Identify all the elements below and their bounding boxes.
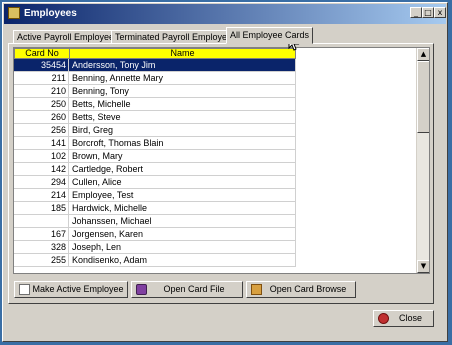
window-title: Employees [24,8,77,19]
cell-name: Kondisenko, Adam [70,254,296,266]
vertical-scrollbar[interactable]: ▲ ▼ [416,48,429,273]
cell-card-no: 211 [14,72,69,84]
cell-card-no: 35454 [14,59,69,71]
cell-card-no: 256 [14,124,69,136]
table-row[interactable]: 185 Hardwick, Michelle [14,202,296,215]
scroll-up-button[interactable]: ▲ [417,48,429,61]
cell-card-no: 102 [14,150,69,162]
table-row[interactable]: 255 Kondisenko, Adam [14,254,296,267]
cell-name: Cartledge, Robert [70,163,296,175]
open-card-browse-button[interactable]: Open Card Browse [246,281,356,298]
column-header-name[interactable]: Name [69,48,296,59]
cell-name: Hardwick, Michelle [70,202,296,214]
cell-name: Andersson, Tony Jim [70,59,296,71]
cell-card-no: 185 [14,202,69,214]
cell-name: Bird, Greg [70,124,296,136]
table-row[interactable]: 35454 Andersson, Tony Jim [14,59,296,72]
table-row[interactable]: 250 Betts, Michelle [14,98,296,111]
tab-active-payroll-employees[interactable]: Active Payroll Employees [13,30,123,44]
table-row[interactable]: 142 Cartledge, Robert [14,163,296,176]
cell-name: Employee, Test [70,189,296,201]
open-card-file-button[interactable]: Open Card File [131,281,243,298]
cell-name: Brown, Mary [70,150,296,162]
table-row[interactable]: 102 Brown, Mary [14,150,296,163]
table-row[interactable]: 260 Betts, Steve [14,111,296,124]
maximize-button[interactable]: □ [422,7,434,18]
table-row[interactable]: 294 Cullen, Alice [14,176,296,189]
window-close-button[interactable]: x [434,7,446,18]
cell-name: Joseph, Len [70,241,296,253]
cell-card-no: 294 [14,176,69,188]
table-row[interactable]: 141 Borcroft, Thomas Blain [14,137,296,150]
cell-name: Borcroft, Thomas Blain [70,137,296,149]
scroll-thumb[interactable] [417,61,429,133]
cell-card-no: 141 [14,137,69,149]
table-row[interactable]: 211 Benning, Annette Mary [14,72,296,85]
cell-name: Betts, Michelle [70,98,296,110]
cell-card-no: 142 [14,163,69,175]
cell-name: Betts, Steve [70,111,296,123]
close-button[interactable]: Close [373,310,434,327]
cell-name: Cullen, Alice [70,176,296,188]
make-active-employee-button[interactable]: Make Active Employee [14,281,128,298]
cell-name: Benning, Tony [70,85,296,97]
cell-card-no: 210 [14,85,69,97]
window-icon [8,7,20,19]
table-row[interactable]: 214 Employee, Test [14,189,296,202]
tab-terminated-payroll-employees[interactable]: Terminated Payroll Employees [111,30,241,44]
cell-card-no: 250 [14,98,69,110]
cell-card-no [14,215,69,227]
title-bar[interactable]: Employees _ □ x [4,4,446,24]
cell-card-no: 255 [14,254,69,266]
table-row[interactable]: 210 Benning, Tony [14,85,296,98]
cell-name: Johanssen, Michael [70,215,296,227]
scroll-down-button[interactable]: ▼ [417,260,429,273]
cell-card-no: 214 [14,189,69,201]
column-header-card-no[interactable]: Card No [14,48,70,59]
cell-card-no: 260 [14,111,69,123]
table-row[interactable]: 167 Jorgensen, Karen [14,228,296,241]
minimize-button[interactable]: _ [410,7,422,18]
tab-all-employee-cards[interactable]: All Employee Cards [226,27,314,44]
cell-name: Benning, Annette Mary [70,72,296,84]
cell-card-no: 328 [14,241,69,253]
employee-card-grid[interactable]: Card No Name 35454 Andersson, Tony Jim 211… [13,47,430,274]
table-row[interactable]: 328 Joseph, Len [14,241,296,254]
table-row[interactable]: Johanssen, Michael [14,215,296,228]
cell-card-no: 167 [14,228,69,240]
cell-name: Jorgensen, Karen [70,228,296,240]
table-row[interactable]: 256 Bird, Greg [14,124,296,137]
